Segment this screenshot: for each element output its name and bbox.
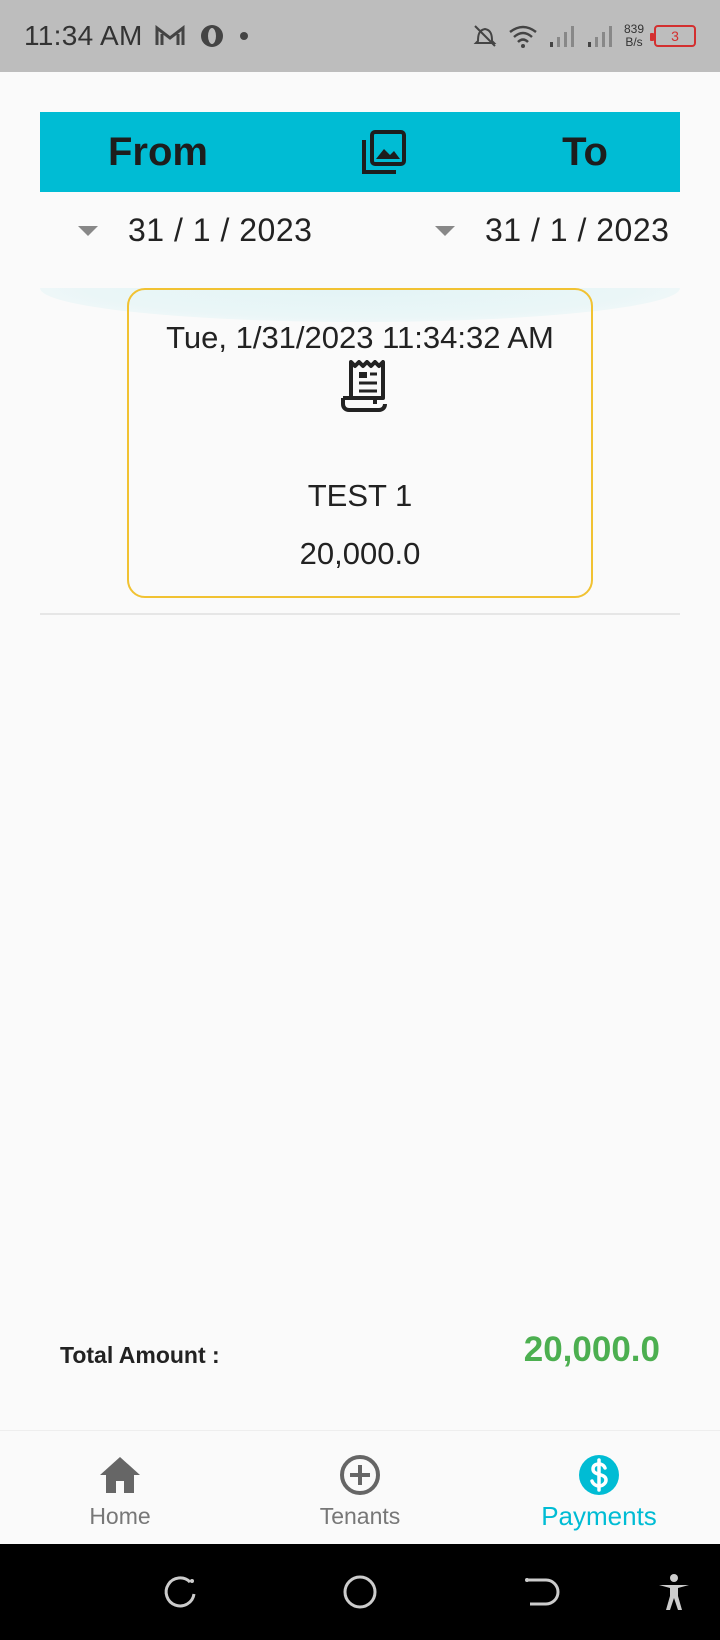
from-date-value: 31 / 1 / 2023 [128, 212, 313, 248]
status-bar: 11:34 AM 839 B/s 3 [0, 0, 720, 72]
battery-icon: 3 [650, 25, 696, 47]
dot-icon [239, 32, 248, 40]
recents-icon[interactable] [160, 1572, 200, 1612]
accessibility-icon[interactable] [654, 1572, 694, 1612]
add-circle-icon [340, 1455, 380, 1495]
date-filter-row: 31 / 1 / 2023 31 / 1 / 2023 [0, 212, 720, 272]
signal-icon-1 [549, 26, 574, 47]
date-range-header: From To [40, 112, 680, 192]
payment-amount: 20,000.0 [299, 536, 421, 571]
total-amount-value: 20,000.0 [523, 1330, 660, 1369]
status-notification-icons [155, 23, 249, 49]
nav-label-tenants: Tenants [319, 1503, 401, 1529]
payment-datetime: Tue, 1/31/2023 11:34:32 AM [166, 320, 554, 355]
system-navigation-bar [0, 1544, 720, 1640]
status-time: 11:34 AM [24, 20, 143, 51]
from-label: From [108, 130, 208, 174]
nav-label-payments: Payments [541, 1501, 657, 1531]
chevron-down-icon [435, 225, 455, 236]
network-speed: 839 B/s [624, 23, 644, 49]
network-speed-unit: B/s [625, 35, 643, 49]
payment-tenant-name: TEST 1 [307, 478, 413, 513]
to-date-value: 31 / 1 / 2023 [485, 212, 670, 248]
wifi-icon [509, 25, 537, 48]
nav-item-payments[interactable]: Payments [509, 1453, 689, 1532]
battery-level: 3 [671, 28, 679, 44]
bottom-navigation: Home Tenants Payments [0, 1430, 720, 1544]
to-date-dropdown[interactable]: 31 / 1 / 2023 [435, 212, 669, 249]
nav-item-tenants[interactable]: Tenants [270, 1453, 450, 1530]
chevron-down-icon [78, 225, 98, 236]
nav-label-home: Home [89, 1503, 151, 1529]
to-label: To [562, 130, 608, 174]
from-date-dropdown[interactable]: 31 / 1 / 2023 [78, 212, 312, 249]
bell-off-icon [473, 25, 497, 47]
payment-card[interactable]: Tue, 1/31/2023 11:34:32 AM TEST 1 20,000… [127, 288, 593, 598]
total-amount-label: Total Amount : [60, 1342, 220, 1368]
home-button-icon[interactable] [340, 1572, 380, 1612]
nav-item-home[interactable]: Home [30, 1453, 210, 1530]
gmail-icon [155, 25, 185, 45]
receipt-icon[interactable] [339, 360, 387, 412]
status-system-icons: 839 B/s 3 [472, 23, 696, 49]
dollar-circle-icon [579, 1455, 619, 1495]
gallery-icon[interactable] [360, 128, 408, 176]
home-icon [100, 1457, 140, 1493]
total-amount-row: Total Amount : 20,000.0 [60, 1330, 660, 1380]
list-divider [40, 613, 680, 615]
signal-icon-2 [587, 26, 612, 47]
back-icon[interactable] [520, 1572, 560, 1612]
payment-list[interactable]: Tue, 1/31/2023 11:34:32 AM TEST 1 20,000… [40, 288, 680, 614]
opera-icon [200, 25, 223, 47]
